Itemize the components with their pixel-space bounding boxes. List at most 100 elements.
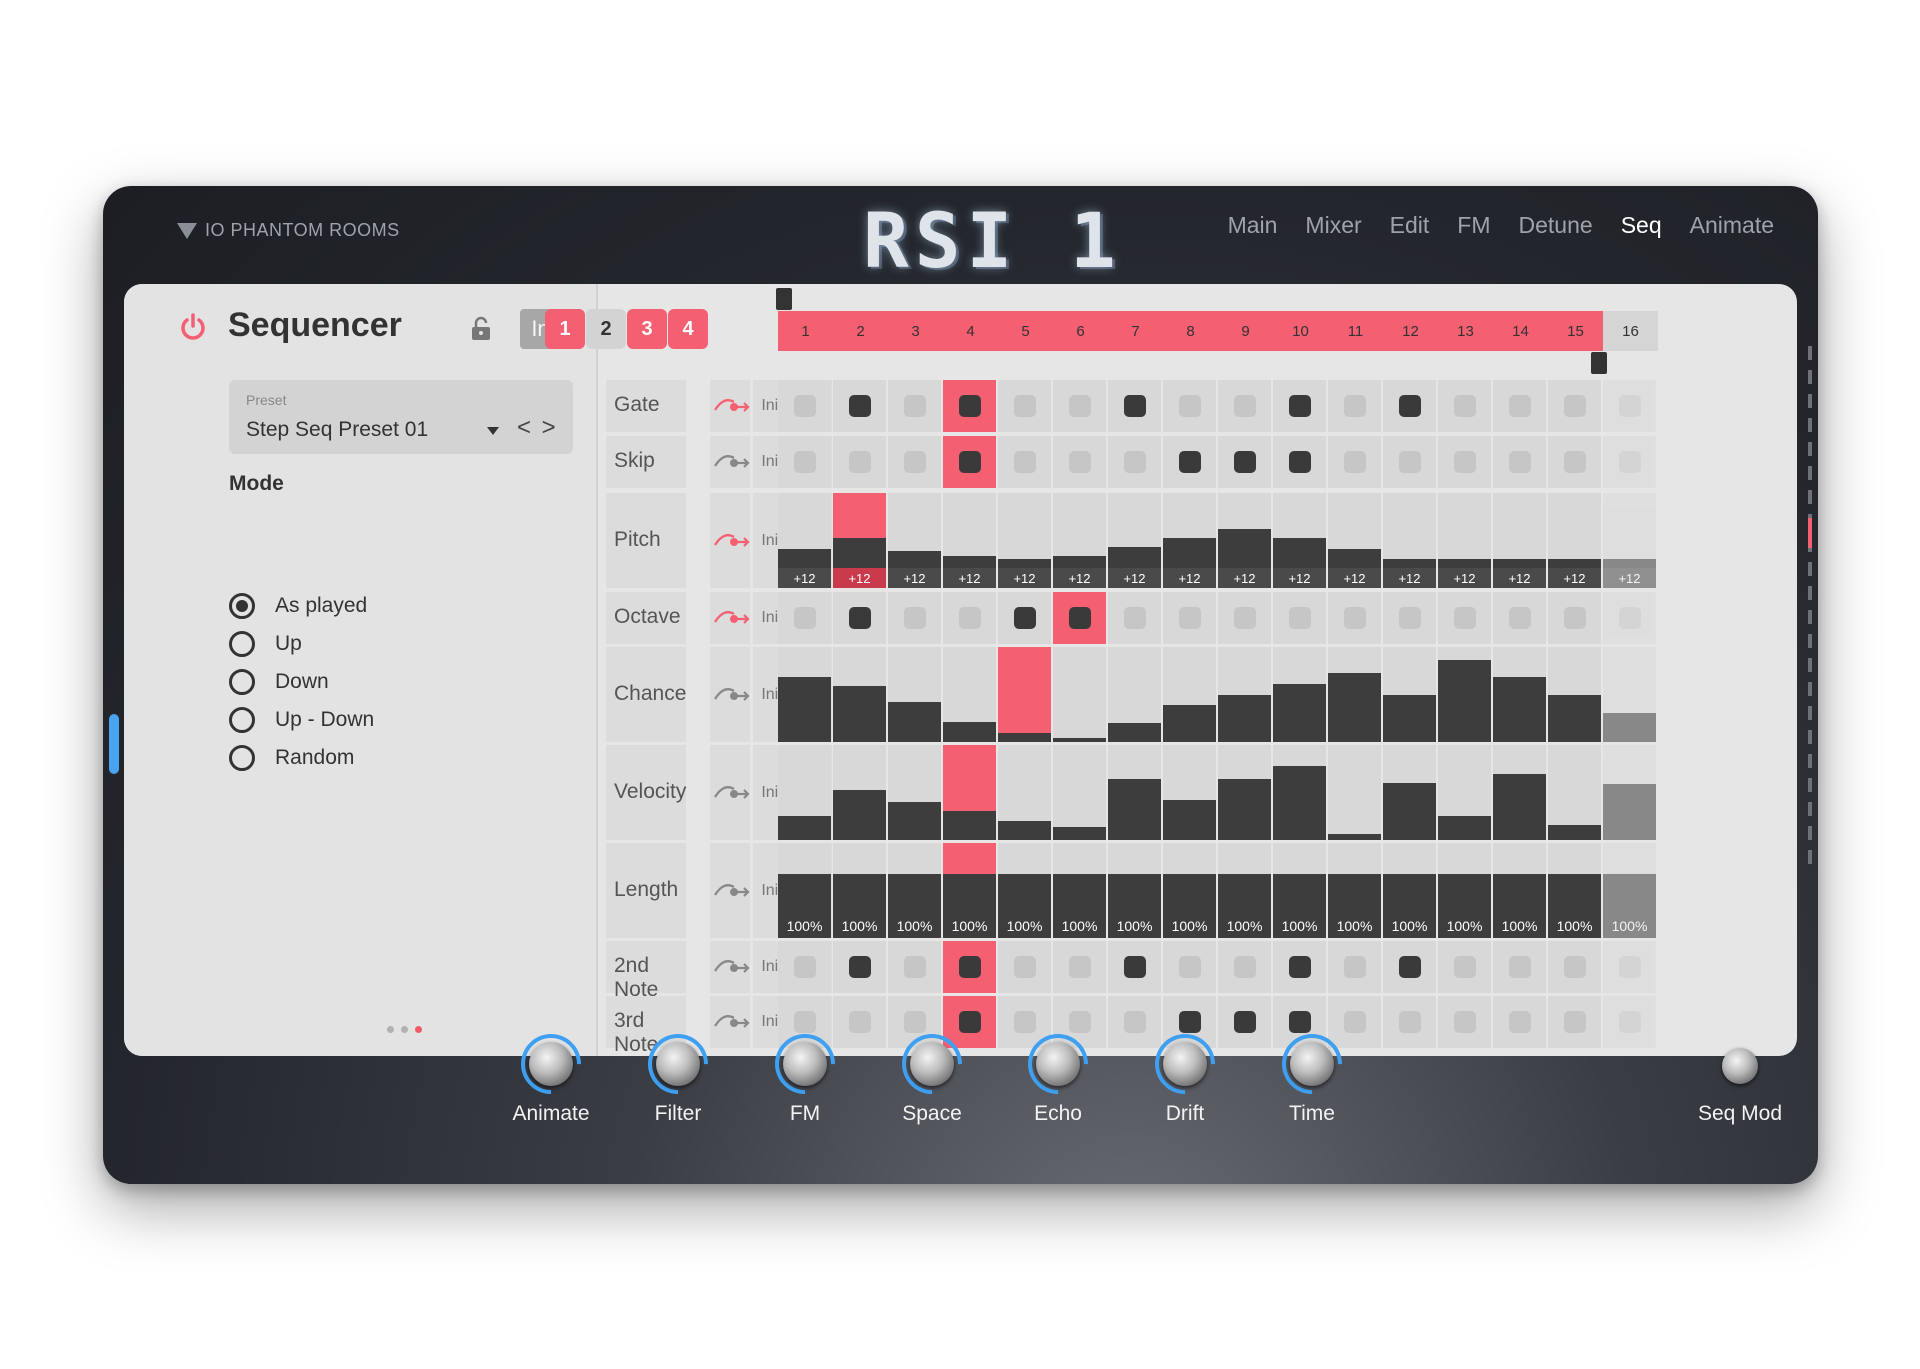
animate-icon[interactable] <box>712 608 752 628</box>
step-cell[interactable] <box>1548 592 1601 644</box>
step-cell[interactable] <box>833 592 886 644</box>
step-value-bar[interactable] <box>1108 723 1161 742</box>
side-panel-handle[interactable] <box>109 714 119 774</box>
step-cell[interactable]: +12 <box>1383 493 1436 588</box>
step-toggle[interactable] <box>903 1011 926 1033</box>
nav-tab-mixer[interactable]: Mixer <box>1305 212 1361 239</box>
step-cell[interactable] <box>1438 436 1491 488</box>
step-value-bar[interactable] <box>998 559 1051 568</box>
step-cell[interactable] <box>1548 647 1601 742</box>
step-cell[interactable] <box>1603 436 1656 488</box>
step-toggle[interactable] <box>958 607 981 629</box>
step-cell[interactable] <box>1493 941 1546 993</box>
step-value-bar[interactable] <box>1603 559 1656 568</box>
step-toggle[interactable] <box>848 451 871 473</box>
mode-option[interactable]: Random <box>229 745 354 771</box>
step-cell[interactable] <box>1218 647 1271 742</box>
step-cell[interactable]: 100% <box>943 843 996 938</box>
step-cell[interactable] <box>1053 647 1106 742</box>
step-toggle[interactable] <box>793 607 816 629</box>
knob-cap[interactable] <box>783 1042 827 1086</box>
step-cell[interactable] <box>1548 436 1601 488</box>
step-cell[interactable] <box>943 436 996 488</box>
step-cell[interactable]: +12 <box>1163 493 1216 588</box>
step-toggle[interactable] <box>1398 1011 1421 1033</box>
step-cell[interactable]: 100% <box>1383 843 1436 938</box>
step-cell[interactable] <box>1438 941 1491 993</box>
row-animate-cell[interactable] <box>710 745 750 840</box>
animate-icon[interactable] <box>712 783 752 803</box>
step-cell[interactable]: 100% <box>1328 843 1381 938</box>
step-cell[interactable] <box>778 436 831 488</box>
step-value-bar[interactable] <box>943 722 996 742</box>
knob-cap[interactable] <box>1163 1042 1207 1086</box>
knob-cap[interactable] <box>656 1042 700 1086</box>
step-cell[interactable] <box>1328 745 1381 840</box>
step-cell[interactable] <box>1383 745 1436 840</box>
step-cell[interactable] <box>1548 941 1601 993</box>
step-toggle[interactable] <box>1398 451 1421 473</box>
step-cell[interactable] <box>1438 647 1491 742</box>
step-cell[interactable] <box>1383 941 1436 993</box>
step-cell[interactable] <box>1273 647 1326 742</box>
step-value-bar[interactable] <box>778 816 831 840</box>
power-icon[interactable] <box>178 312 208 342</box>
step-value-bar[interactable] <box>1218 779 1271 840</box>
step-toggle[interactable] <box>793 395 816 417</box>
nav-tab-fm[interactable]: FM <box>1457 212 1490 239</box>
step-toggle[interactable] <box>1288 956 1311 978</box>
animate-icon[interactable] <box>712 452 752 472</box>
step-cell[interactable] <box>1383 380 1436 432</box>
step-value-bar[interactable] <box>998 732 1051 742</box>
step-cell[interactable]: +12 <box>1493 493 1546 588</box>
step-number[interactable]: 13 <box>1438 311 1493 351</box>
step-number[interactable]: 11 <box>1328 311 1383 351</box>
step-cell[interactable] <box>943 941 996 993</box>
step-toggle[interactable] <box>1563 395 1586 417</box>
step-cell[interactable] <box>1218 996 1271 1048</box>
step-toggle[interactable] <box>1453 1011 1476 1033</box>
step-toggle[interactable] <box>1563 1011 1586 1033</box>
step-cell[interactable] <box>1053 436 1106 488</box>
step-cell[interactable] <box>778 941 831 993</box>
step-cell[interactable] <box>1328 436 1381 488</box>
step-cell[interactable]: 100% <box>1108 843 1161 938</box>
step-cell[interactable] <box>778 745 831 840</box>
step-toggle[interactable] <box>1233 451 1256 473</box>
nav-tab-seq[interactable]: Seq <box>1621 212 1662 239</box>
step-toggle[interactable] <box>1013 1011 1036 1033</box>
step-toggle[interactable] <box>1343 395 1366 417</box>
step-cell[interactable] <box>1438 745 1491 840</box>
step-toggle[interactable] <box>1453 607 1476 629</box>
step-toggle[interactable] <box>1068 395 1091 417</box>
step-cell[interactable]: 100% <box>778 843 831 938</box>
step-cell[interactable]: 100% <box>1603 843 1656 938</box>
step-cell[interactable] <box>943 380 996 432</box>
animate-icon[interactable] <box>712 957 752 977</box>
step-cell[interactable] <box>778 592 831 644</box>
step-cell[interactable] <box>1053 745 1106 840</box>
step-cell[interactable] <box>1493 745 1546 840</box>
step-value-bar[interactable] <box>1163 704 1216 742</box>
step-toggle[interactable] <box>1508 607 1531 629</box>
step-value-bar[interactable] <box>1548 824 1601 840</box>
step-cell[interactable] <box>1603 745 1656 840</box>
step-value-bar[interactable] <box>1273 684 1326 742</box>
step-cell[interactable] <box>1273 436 1326 488</box>
nav-tab-animate[interactable]: Animate <box>1690 212 1774 239</box>
step-cell[interactable] <box>833 436 886 488</box>
step-number[interactable]: 9 <box>1218 311 1273 351</box>
step-cell[interactable] <box>1383 647 1436 742</box>
step-toggle[interactable] <box>1068 1011 1091 1033</box>
step-cell[interactable] <box>1493 647 1546 742</box>
step-value-bar[interactable] <box>998 821 1051 840</box>
step-value-bar[interactable] <box>1328 834 1381 840</box>
step-value-bar[interactable] <box>1603 712 1656 742</box>
animate-icon[interactable] <box>712 881 752 901</box>
step-toggle[interactable] <box>1508 451 1531 473</box>
step-cell[interactable] <box>1493 380 1546 432</box>
step-value-bar[interactable] <box>778 677 831 742</box>
step-cell[interactable] <box>1603 941 1656 993</box>
step-cell[interactable] <box>888 436 941 488</box>
step-toggle[interactable] <box>848 395 871 417</box>
